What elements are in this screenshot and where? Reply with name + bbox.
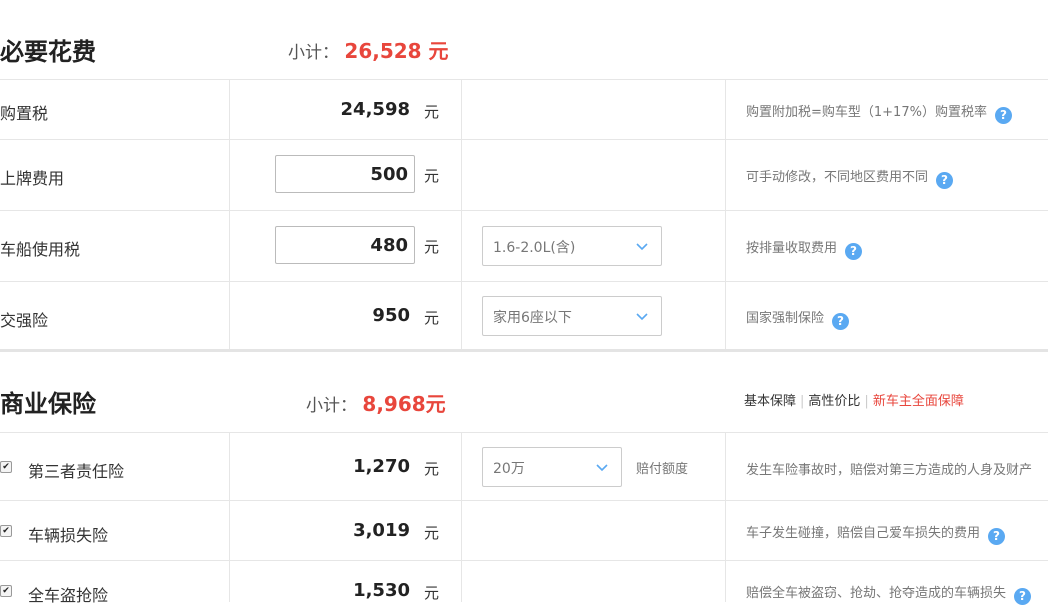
- seat-type-select[interactable]: 家用6座以下: [482, 296, 662, 336]
- unit-label: 元: [424, 460, 440, 478]
- displacement-select[interactable]: 1.6-2.0L(含): [482, 226, 662, 266]
- help-icon[interactable]: ?: [936, 172, 954, 189]
- checkbox-checked-icon[interactable]: ✔: [0, 461, 12, 473]
- compulsory-insurance-amount: 950: [372, 305, 410, 326]
- unit-label: 元: [424, 103, 440, 121]
- plate-fee-note: 可手动修改，不同地区费用不同?: [746, 166, 954, 189]
- unit-label: 元: [424, 524, 440, 542]
- theft-label: 全车盗抢险: [28, 586, 109, 605]
- unit-label: 元: [424, 584, 440, 602]
- plate-fee-value: 500: [370, 164, 408, 185]
- plan-full[interactable]: 新车主全面保障: [873, 394, 964, 409]
- plan-tabs: 基本保障 | 高性价比 | 新车主全面保障: [744, 394, 964, 409]
- commercial-subtotal: 小计： 8,968元: [306, 388, 446, 417]
- help-icon[interactable]: ?: [988, 528, 1006, 545]
- subtotal-label: 小计：: [288, 43, 339, 63]
- coverage-select-value: 20万: [493, 461, 525, 477]
- vessel-tax-value: 480: [370, 235, 408, 256]
- unit-label: 元: [424, 238, 440, 256]
- plan-basic[interactable]: 基本保障: [744, 394, 796, 409]
- third-party-note: 发生车险事故时，赔偿对第三方造成的人身及财产: [746, 463, 1033, 478]
- compulsory-insurance-note: 国家强制保险?: [746, 307, 850, 330]
- plate-fee-label: 上牌费用: [0, 169, 65, 188]
- purchase-tax-amount: 24,598: [340, 99, 410, 120]
- vehicle-damage-amount: 3,019: [353, 520, 410, 541]
- vessel-tax-label: 车船使用税: [0, 240, 81, 259]
- coverage-label: 赔付额度: [636, 462, 689, 477]
- vessel-tax-note: 按排量收取费用?: [746, 237, 863, 260]
- required-section-title: 必要花费: [0, 38, 96, 66]
- unit-label: 元: [424, 167, 440, 185]
- chevron-down-icon: [596, 464, 608, 472]
- vessel-tax-input[interactable]: 480: [275, 226, 415, 264]
- help-icon[interactable]: ?: [1014, 588, 1032, 605]
- plan-value[interactable]: 高性价比: [808, 394, 860, 409]
- purchase-tax-note: 购置附加税=购车型（1+17%）购置税率?: [746, 101, 1012, 124]
- help-icon[interactable]: ?: [845, 243, 863, 260]
- unit-label: 元: [424, 309, 440, 327]
- vehicle-damage-label: 车辆损失险: [28, 526, 109, 545]
- required-subtotal: 小计： 26,528 元: [288, 35, 449, 64]
- help-icon[interactable]: ?: [994, 107, 1012, 124]
- seat-type-select-value: 家用6座以下: [493, 310, 572, 326]
- commercial-section-title: 商业保险: [0, 390, 96, 418]
- plate-fee-input[interactable]: 500: [275, 155, 415, 193]
- third-party-amount: 1,270: [353, 456, 410, 477]
- compulsory-insurance-label: 交强险: [0, 311, 49, 330]
- coverage-select[interactable]: 20万: [482, 447, 622, 487]
- third-party-label: 第三者责任险: [28, 462, 125, 481]
- displacement-select-value: 1.6-2.0L(含): [493, 240, 576, 256]
- chevron-down-icon: [636, 243, 648, 251]
- subtotal-value: 8,968元: [362, 392, 446, 416]
- chevron-down-icon: [636, 313, 648, 321]
- vehicle-damage-note: 车子发生碰撞，赔偿自己爱车损失的费用?: [746, 522, 1006, 545]
- help-icon[interactable]: ?: [832, 313, 850, 330]
- purchase-tax-label: 购置税: [0, 104, 49, 123]
- subtotal-value: 26,528 元: [344, 39, 449, 63]
- checkbox-checked-icon[interactable]: ✔: [0, 525, 12, 537]
- checkbox-checked-icon[interactable]: ✔: [0, 585, 12, 597]
- subtotal-label: 小计：: [306, 396, 357, 416]
- theft-amount: 1,530: [353, 580, 410, 601]
